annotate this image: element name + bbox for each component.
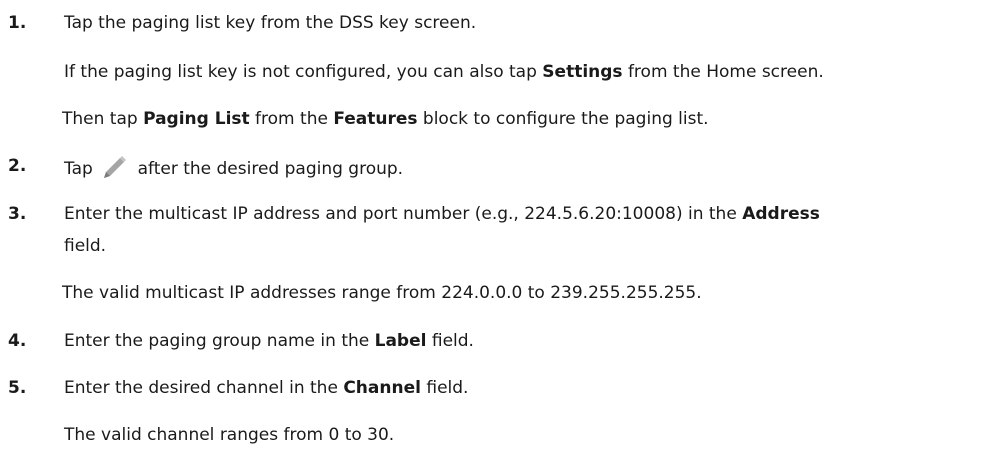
settings-term: Settings	[542, 62, 623, 82]
label-term: Label	[374, 331, 427, 351]
step-4-number: 4.	[8, 331, 27, 351]
step-1-note-paging-c: from the	[249, 109, 334, 129]
step-1-number: 1.	[8, 13, 27, 33]
step-3-number: 3.	[8, 204, 27, 224]
step-3-text-line2: field.	[64, 236, 107, 256]
step-3-note: The valid multicast IP addresses range f…	[62, 283, 702, 303]
step-5-number: 5.	[8, 378, 27, 398]
step-5-text-a: Enter the desired channel in the	[64, 378, 344, 398]
channel-term: Channel	[343, 378, 421, 398]
step-5-text-c: field.	[420, 378, 469, 398]
step-2-text-a: Tap	[64, 159, 99, 179]
step-1-note-settings: If the paging list key is not configured…	[64, 61, 824, 83]
step-1-note-paging-e: block to configure the paging list.	[417, 109, 709, 129]
features-term: Features	[333, 109, 418, 129]
step-1-note-settings-c: from the Home screen.	[622, 62, 824, 82]
step-2-text-b: after the desired paging group.	[132, 159, 404, 179]
step-1-note-paging-a: Then tap	[62, 109, 144, 129]
step-5-text: Enter the desired channel in the Channel…	[64, 377, 468, 399]
address-term: Address	[742, 204, 820, 224]
step-1-note-paging-list: Then tap Paging List from the Features b…	[62, 108, 709, 130]
step-1-note-settings-a: If the paging list key is not configured…	[64, 62, 543, 82]
paging-list-term: Paging List	[143, 109, 250, 129]
step-3-text-line1: Enter the multicast IP address and port …	[64, 203, 820, 225]
step-2-number: 2.	[8, 156, 27, 176]
step-2-text: Tap after the desired paging group.	[64, 155, 403, 180]
step-5-note: The valid channel ranges from 0 to 30.	[64, 425, 395, 445]
pencil-icon	[102, 155, 128, 178]
step-4-text-c: field.	[426, 331, 474, 351]
step-4-text: Enter the paging group name in the Label…	[64, 330, 474, 352]
step-4-text-a: Enter the paging group name in the	[64, 331, 375, 351]
step-3-text-a: Enter the multicast IP address and port …	[64, 204, 743, 224]
step-1-text: Tap the paging list key from the DSS key…	[64, 13, 477, 33]
